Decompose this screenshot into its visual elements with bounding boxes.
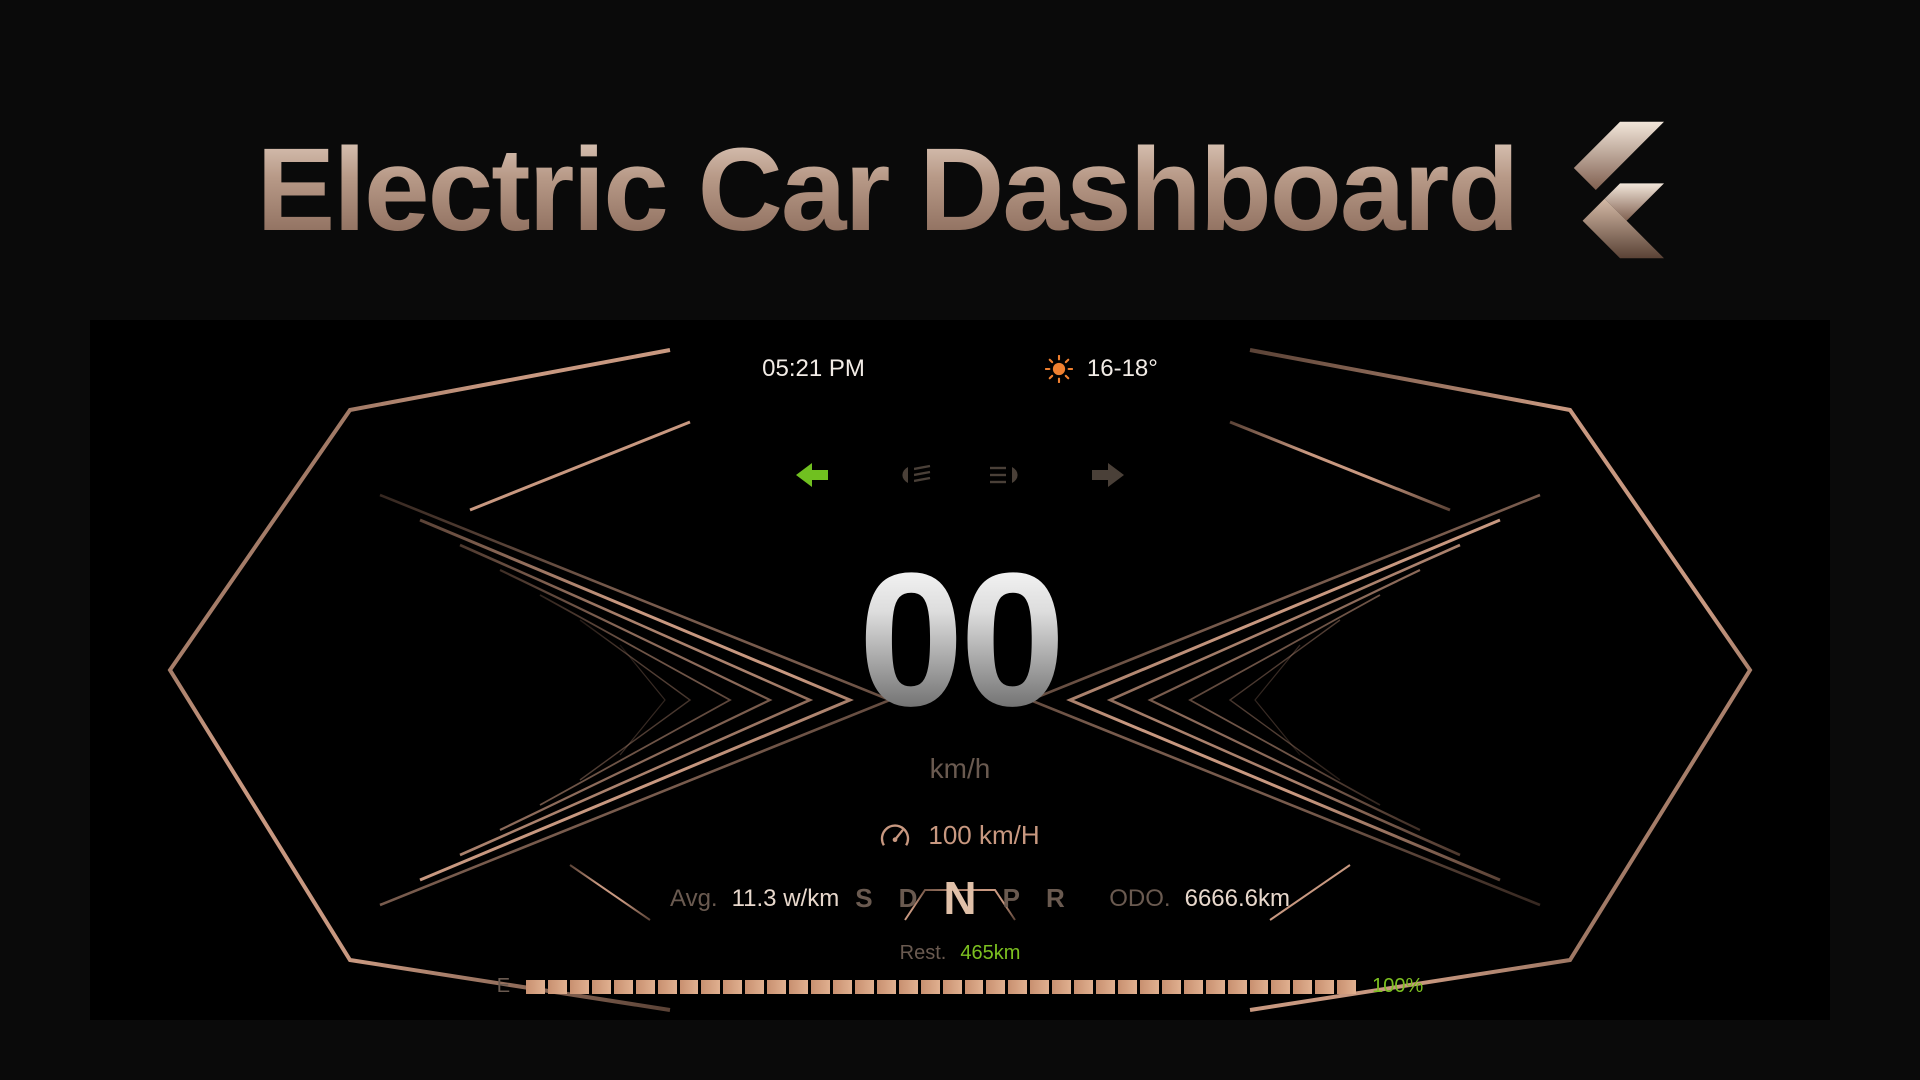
cruise-speed-value: 100 km/H: [928, 820, 1039, 851]
rest-label: Rest.: [900, 942, 947, 965]
battery-segment: [986, 980, 1005, 994]
dashboard-panel: 05:21 PM 16-18°: [90, 320, 1830, 1020]
rest-value: 465km: [960, 942, 1020, 965]
speedometer-icon: [880, 823, 910, 849]
avg-consumption: Avg. 11.3 w/km: [670, 885, 839, 913]
cruise-speed: 100 km/H: [90, 820, 1830, 851]
odo-label: ODO.: [1109, 885, 1170, 913]
battery-segment: [1162, 980, 1181, 994]
clock: 05:21 PM: [762, 355, 865, 383]
battery-segment: [833, 980, 852, 994]
battery-segment: [1096, 980, 1115, 994]
low-beam-indicator-icon: [886, 460, 932, 490]
battery-segment: [614, 980, 633, 994]
turn-right-indicator-icon: [1090, 461, 1126, 489]
battery-segment: [1184, 980, 1203, 994]
battery-segment: [570, 980, 589, 994]
battery-segment: [680, 980, 699, 994]
battery-segment: [943, 980, 962, 994]
battery-segment: [723, 980, 742, 994]
high-beam-indicator-icon: [988, 460, 1034, 490]
gear-r: R: [1046, 883, 1065, 914]
battery-segment: [811, 980, 830, 994]
battery-empty-label: E: [497, 975, 510, 998]
battery-segment: [899, 980, 918, 994]
gear-selector: S D N P R: [90, 875, 1830, 921]
battery-gauge: E 100%: [90, 975, 1830, 998]
battery-segment: [745, 980, 764, 994]
battery-segment: [701, 980, 720, 994]
battery-segment: [1030, 980, 1049, 994]
battery-percent: 100%: [1372, 975, 1423, 998]
battery-segment: [965, 980, 984, 994]
odometer: ODO. 6666.6km: [1109, 885, 1290, 913]
speed-unit: km/h: [930, 753, 991, 785]
flutter-logo-icon: [1554, 120, 1664, 260]
battery-segment: [1052, 980, 1071, 994]
indicator-row: [90, 460, 1830, 490]
avg-label: Avg.: [670, 885, 718, 913]
turn-left-indicator-icon: [794, 461, 830, 489]
gear-d: D: [899, 883, 918, 914]
battery-segment: [636, 980, 655, 994]
battery-segment: [1140, 980, 1159, 994]
top-status-bar: 05:21 PM 16-18°: [90, 355, 1830, 383]
battery-segment: [548, 980, 567, 994]
speed-value: 00: [858, 545, 1061, 735]
battery-segment: [1271, 980, 1290, 994]
sun-icon: [1045, 355, 1073, 383]
battery-segment: [1118, 980, 1137, 994]
gear-s: S: [855, 883, 872, 914]
battery-segment: [1315, 980, 1334, 994]
battery-segment: [855, 980, 874, 994]
gear-n-active: N: [943, 875, 976, 921]
temperature: 16-18°: [1087, 355, 1158, 383]
page: Electric Car Dashboard: [0, 0, 1920, 1080]
battery-segment: [1250, 980, 1269, 994]
gear-p: P: [1003, 883, 1020, 914]
battery-segment: [1206, 980, 1225, 994]
battery-segment: [658, 980, 677, 994]
battery-segment: [1228, 980, 1247, 994]
title-row: Electric Car Dashboard: [256, 120, 1663, 260]
battery-segment: [526, 980, 545, 994]
range-remaining: Rest. 465km: [90, 942, 1830, 965]
speedometer: 00 km/h: [90, 545, 1830, 785]
weather: 16-18°: [1045, 355, 1158, 383]
battery-segment: [1074, 980, 1093, 994]
battery-segment: [1337, 980, 1356, 994]
battery-segment: [1293, 980, 1312, 994]
battery-segment: [592, 980, 611, 994]
avg-value: 11.3 w/km: [732, 885, 840, 913]
battery-bar: [526, 980, 1356, 994]
battery-segment: [1008, 980, 1027, 994]
battery-segment: [877, 980, 896, 994]
page-title: Electric Car Dashboard: [256, 122, 1517, 258]
odo-value: 6666.6km: [1185, 885, 1290, 913]
battery-segment: [767, 980, 786, 994]
battery-segment: [789, 980, 808, 994]
battery-segment: [921, 980, 940, 994]
